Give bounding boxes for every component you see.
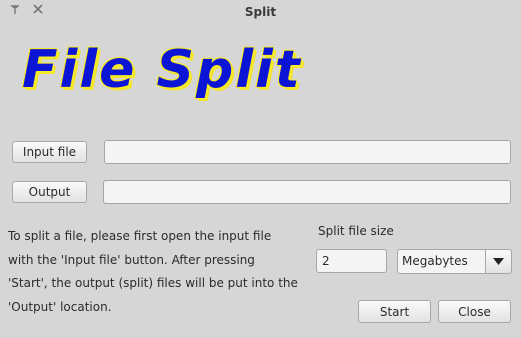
dropdown-button[interactable] (485, 249, 512, 274)
unit-select-value[interactable]: Megabytes (397, 249, 486, 274)
input-file-button[interactable]: Input file (12, 141, 87, 163)
close-button[interactable]: Close (438, 300, 511, 323)
start-button[interactable]: Start (358, 300, 431, 323)
output-button[interactable]: Output (12, 181, 87, 203)
instructions-text: To split a file, please first open the i… (8, 229, 298, 314)
unit-select[interactable]: Megabytes (397, 249, 512, 274)
title-bar: Split (0, 0, 521, 24)
output-field[interactable] (103, 180, 511, 204)
split-size-label: Split file size (318, 224, 394, 238)
window-title: Split (244, 5, 277, 19)
chevron-down-icon (493, 254, 504, 267)
input-file-field[interactable] (104, 140, 511, 164)
split-size-input[interactable] (316, 249, 387, 273)
app-banner: File Split (22, 40, 302, 100)
